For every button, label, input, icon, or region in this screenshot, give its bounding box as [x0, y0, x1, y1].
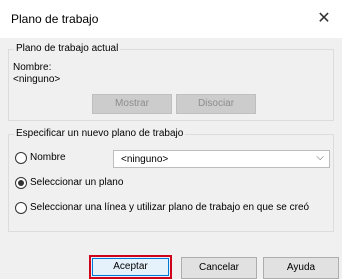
chevron-down-icon: ⌵ [316, 152, 324, 163]
ok-button-label: Aceptar [113, 261, 148, 272]
help-button-label: Ayuda [286, 262, 316, 273]
pick-plane-radio[interactable] [15, 177, 27, 189]
dialog-body: Plano de trabajo actual Nombre: <ninguno… [0, 38, 342, 279]
help-button[interactable]: Ayuda [263, 257, 339, 279]
current-workplane-name: <ninguno> [13, 74, 61, 85]
name-option-label[interactable]: Nombre [30, 152, 66, 163]
dissociate-button-label: Disociar [197, 98, 235, 109]
name-dropdown-value: <ninguno> [121, 154, 169, 165]
title-bar: Plano de trabajo ✕ [0, 0, 342, 38]
radio-selected-dot [18, 180, 24, 186]
pick-plane-label[interactable]: Seleccionar un plano [30, 177, 123, 188]
dialog-title: Plano de trabajo [11, 12, 99, 26]
name-label: Nombre: [13, 62, 52, 73]
ok-button[interactable]: Aceptar [89, 255, 172, 279]
name-dropdown[interactable]: <ninguno> ⌵ [113, 150, 330, 168]
new-workplane-group: Especificar un nuevo plano de trabajo No… [8, 128, 334, 232]
pick-line-label[interactable]: Seleccionar una línea y utilizar plano d… [30, 202, 309, 213]
current-workplane-group: Plano de trabajo actual Nombre: <ninguno… [8, 43, 334, 121]
cancel-button[interactable]: Cancelar [181, 257, 257, 279]
name-radio[interactable] [15, 152, 27, 164]
show-button-label: Mostrar [115, 98, 149, 109]
cancel-button-label: Cancelar [198, 262, 240, 273]
close-icon[interactable]: ✕ [306, 4, 342, 34]
show-button[interactable]: Mostrar [92, 94, 172, 114]
new-workplane-caption: Especificar un nuevo plano de trabajo [14, 128, 186, 139]
pick-line-radio[interactable] [15, 202, 27, 214]
dissociate-button[interactable]: Disociar [176, 94, 256, 114]
current-workplane-caption: Plano de trabajo actual [14, 43, 121, 54]
